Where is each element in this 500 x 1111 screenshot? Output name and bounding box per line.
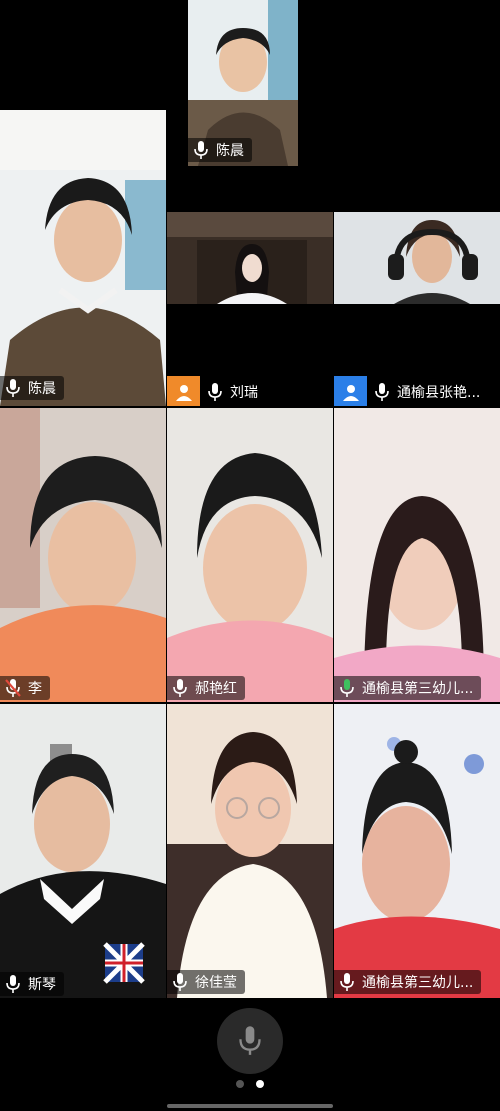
participant-name: 刘瑞 xyxy=(230,385,258,401)
mic-icon xyxy=(6,379,20,397)
home-indicator[interactable] xyxy=(167,1104,333,1108)
video-tile-tongyu-third-2[interactable]: 通榆县第三幼儿... xyxy=(334,704,500,998)
mic-icon xyxy=(173,679,187,697)
participant-label: 陈晨 xyxy=(188,138,252,162)
participant-label: 通榆县张艳... xyxy=(334,375,489,406)
video-tile-tongyu-third-1[interactable]: 通榆县第三幼儿... xyxy=(334,408,500,702)
mic-icon xyxy=(208,383,222,401)
video-tile-si[interactable]: 斯琴 xyxy=(0,704,166,998)
participant-name: 李 xyxy=(28,681,42,697)
participant-name: 斯琴 xyxy=(28,977,56,993)
mic-icon xyxy=(6,975,20,993)
video-tile-xu[interactable]: 徐佳莹 xyxy=(167,704,333,998)
participant-video xyxy=(0,704,166,998)
user-avatar-icon xyxy=(334,375,367,406)
participant-name: 陈晨 xyxy=(28,381,56,397)
user-avatar-icon xyxy=(167,375,200,406)
participant-name: 通榆县第三幼儿... xyxy=(362,681,474,697)
participant-name: 徐佳莹 xyxy=(195,975,237,991)
participant-name: 陈晨 xyxy=(216,143,244,159)
mic-speaking-icon xyxy=(340,679,354,697)
participant-name: 通榆县张艳... xyxy=(397,385,481,401)
participant-video xyxy=(0,110,166,406)
mic-muted-icon xyxy=(5,679,21,697)
mic-icon xyxy=(194,141,208,159)
participant-label: 通榆县第三幼儿... xyxy=(334,970,482,994)
video-tile-tongyu-zhang[interactable]: 通榆县张艳... xyxy=(334,212,500,406)
mute-toggle-button[interactable] xyxy=(217,1008,283,1074)
participant-name: 郝艳红 xyxy=(195,681,237,697)
video-tile-li[interactable]: 李 xyxy=(0,408,166,702)
participant-name: 通榆县第三幼儿... xyxy=(362,975,474,991)
mic-icon xyxy=(375,383,389,401)
participant-video xyxy=(167,212,333,304)
participant-label: 郝艳红 xyxy=(167,676,245,700)
participant-video xyxy=(334,704,500,998)
page-dot-1[interactable] xyxy=(236,1080,244,1088)
video-tile-top[interactable]: 陈晨 xyxy=(188,0,298,166)
mic-icon xyxy=(340,973,354,991)
participant-label: 徐佳莹 xyxy=(167,970,245,994)
participant-video xyxy=(334,408,500,702)
video-tile-liu[interactable]: 刘瑞 xyxy=(167,212,333,406)
participant-label: 刘瑞 xyxy=(167,375,266,406)
microphone-icon xyxy=(239,1026,261,1055)
video-tile-hao[interactable]: 郝艳红 xyxy=(167,408,333,702)
participant-label: 通榆县第三幼儿... xyxy=(334,676,482,700)
participant-video xyxy=(167,408,333,702)
participant-video xyxy=(334,212,500,304)
participant-label: 陈晨 xyxy=(0,376,64,400)
mic-icon xyxy=(173,973,187,991)
participant-label: 斯琴 xyxy=(0,972,64,996)
participant-label: 李 xyxy=(0,676,50,700)
page-dot-2-active[interactable] xyxy=(256,1080,264,1088)
participant-video xyxy=(0,408,166,702)
participant-video xyxy=(167,704,333,998)
video-tile-left-large[interactable]: 陈晨 xyxy=(0,110,166,406)
